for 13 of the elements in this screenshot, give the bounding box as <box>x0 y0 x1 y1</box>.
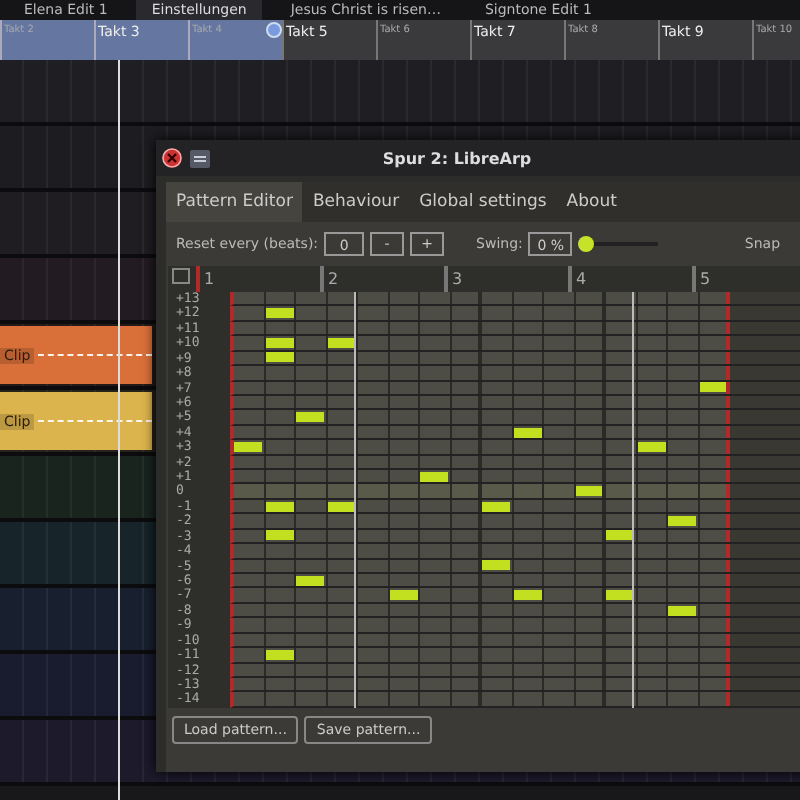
tab[interactable]: Behaviour <box>302 182 410 222</box>
note[interactable] <box>575 486 602 497</box>
swing-slider[interactable] <box>578 234 659 254</box>
close-icon[interactable] <box>162 148 182 168</box>
corner-button[interactable] <box>172 268 190 284</box>
menu-icon[interactable] <box>190 149 210 167</box>
tab[interactable]: Pattern Editor <box>166 182 303 222</box>
note[interactable] <box>699 382 726 393</box>
note[interactable] <box>327 337 354 348</box>
window-title: Spur 2: LibreArp <box>380 149 534 167</box>
tab[interactable]: Global settings <box>409 182 557 222</box>
tab[interactable]: About <box>556 182 627 222</box>
note[interactable] <box>327 501 354 512</box>
